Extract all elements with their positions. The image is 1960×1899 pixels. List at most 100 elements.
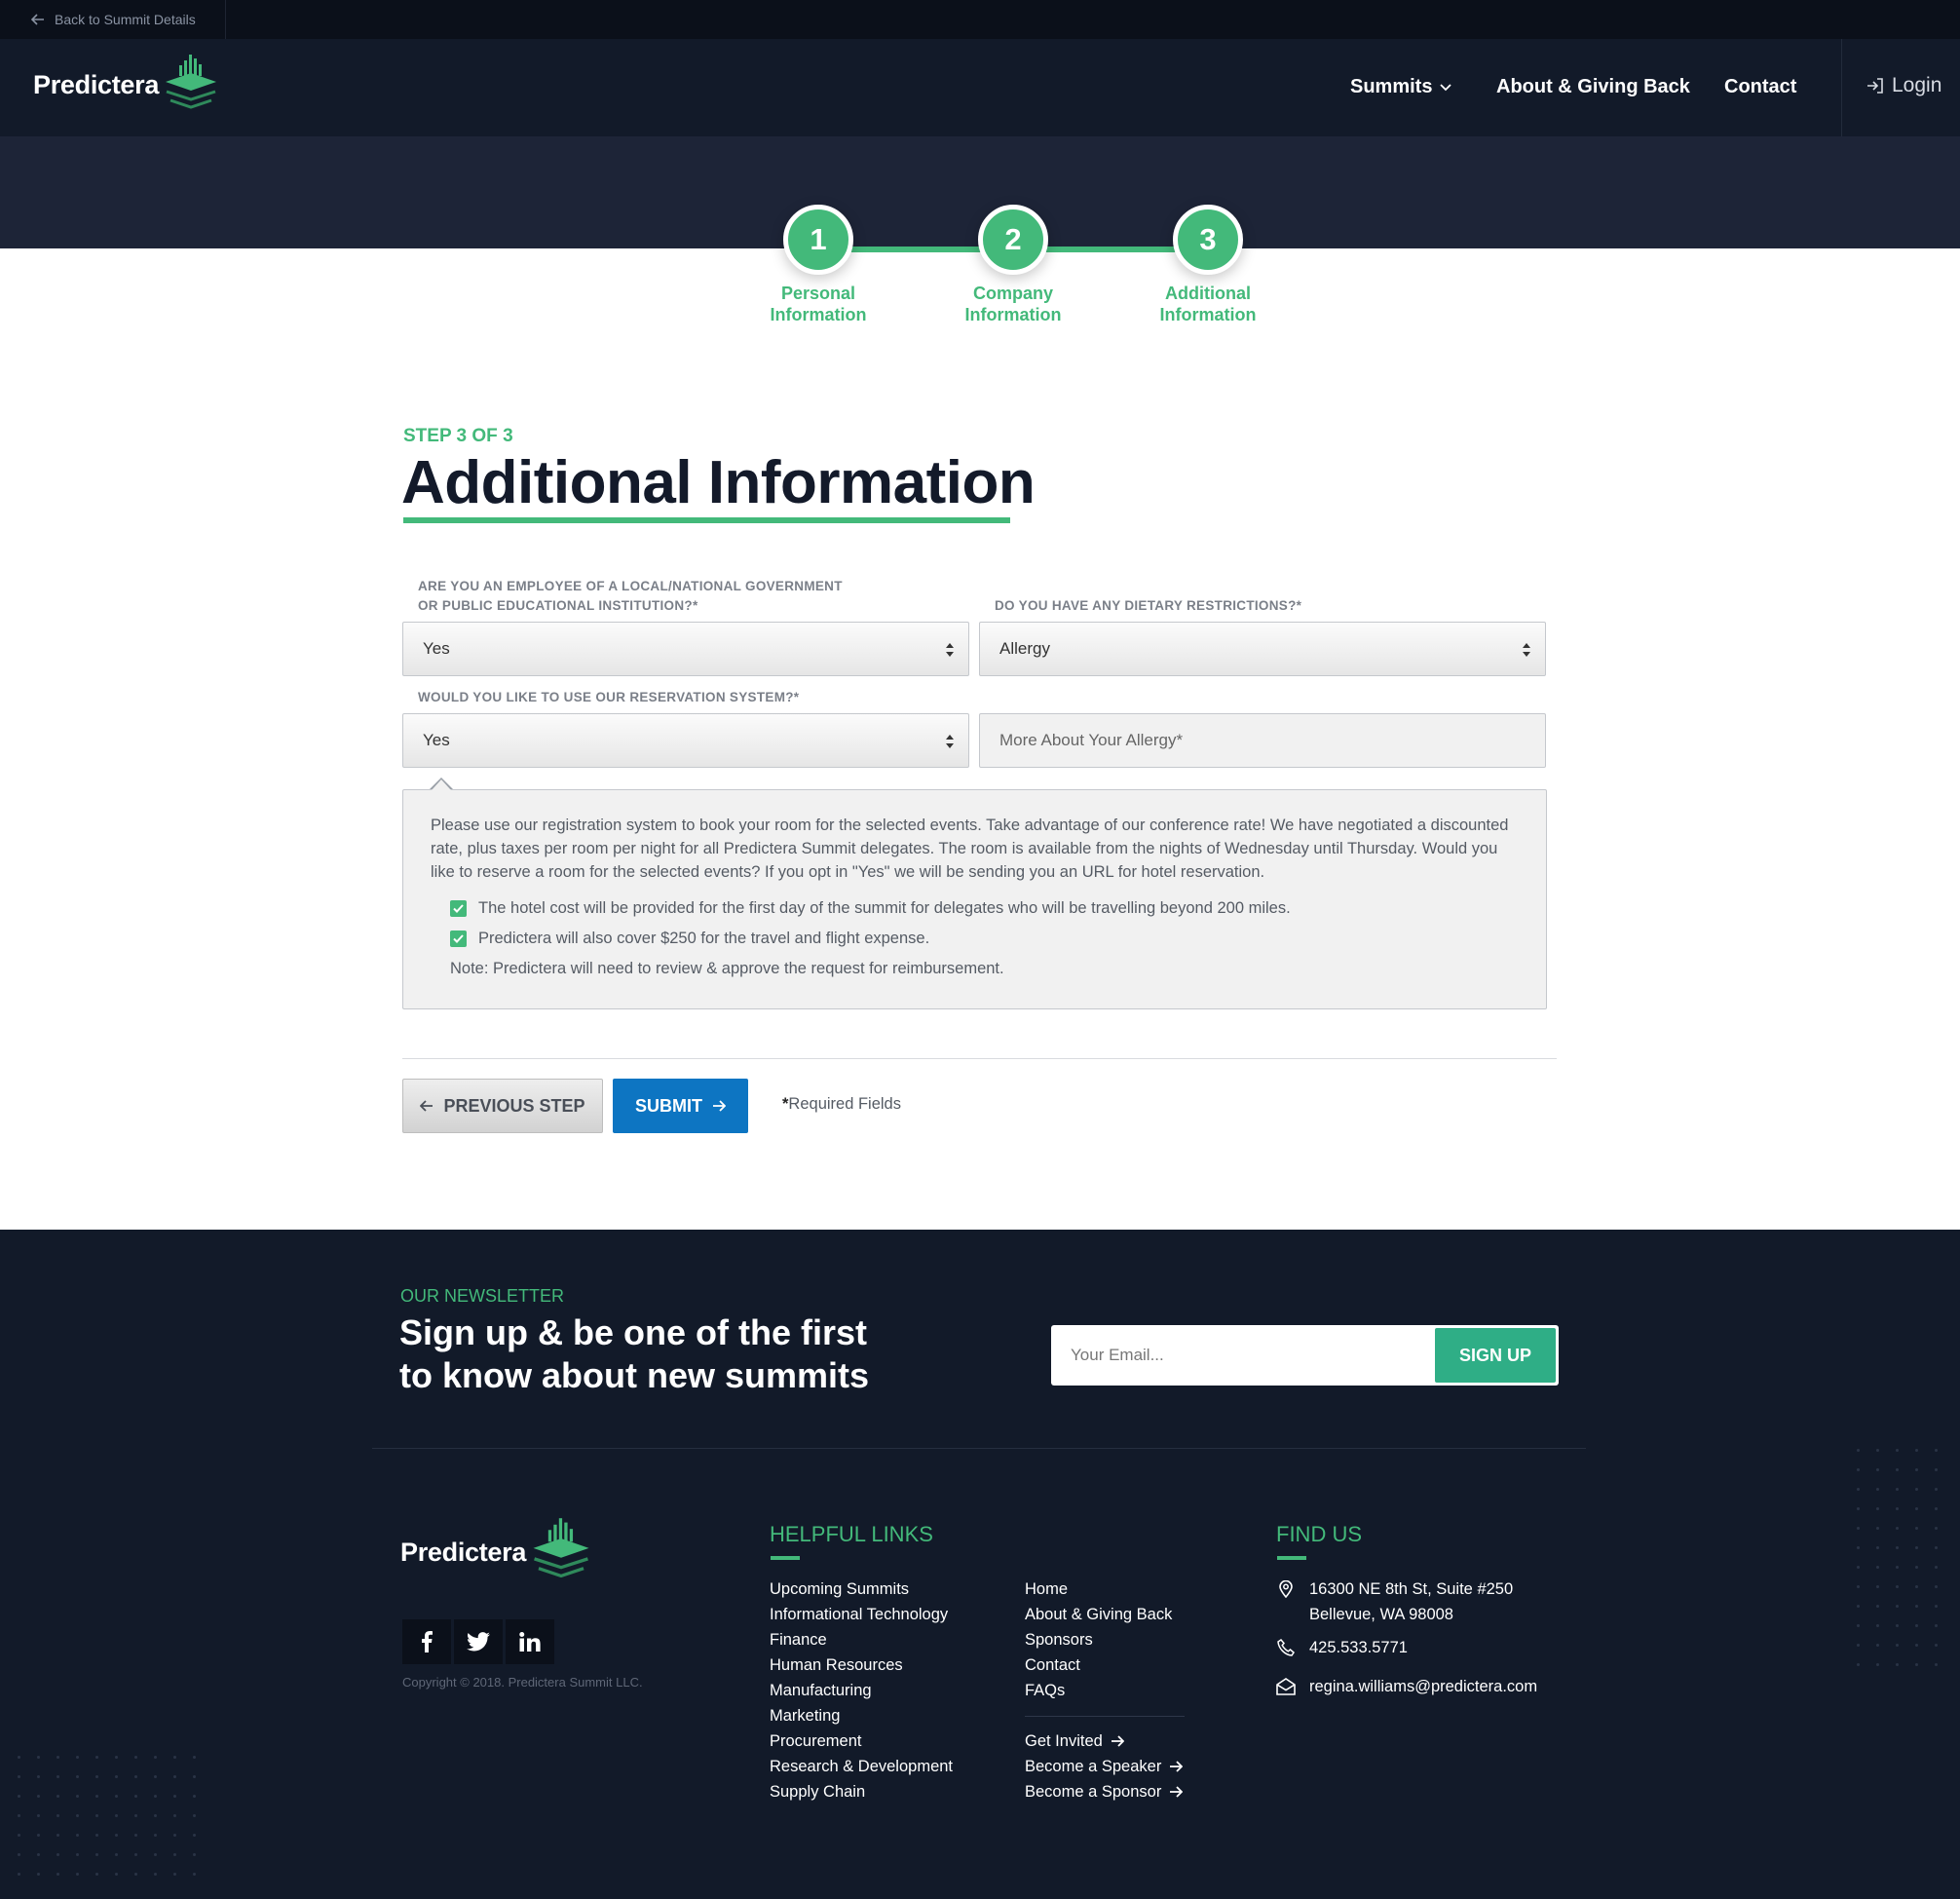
previous-step-button[interactable]: PREVIOUS STEP [402,1079,603,1133]
newsletter-email-input[interactable]: Your Email... [1071,1325,1164,1386]
nav-about-giving-back[interactable]: About & Giving Back [1496,76,1690,98]
submit-button[interactable]: SUBMIT [613,1079,748,1133]
decorative-dot [1935,1605,1938,1608]
decorative-dot [1876,1605,1879,1608]
decorative-dot [95,1834,98,1837]
decorative-dot [1935,1546,1938,1549]
decorative-dot [173,1756,176,1759]
decorative-dot [1915,1488,1918,1491]
become-speaker-link[interactable]: Become a Speaker [1025,1754,1184,1779]
reservation-system-select[interactable]: Yes [402,713,969,768]
get-invited-link[interactable]: Get Invited [1025,1728,1183,1754]
footer-link[interactable]: Supply Chain [770,1779,953,1804]
decorative-dot [193,1795,196,1798]
government-employee-select[interactable]: Yes [402,622,969,676]
footer-link[interactable]: About & Giving Back [1025,1602,1172,1627]
phone-row[interactable]: 425.533.5771 [1276,1635,1408,1660]
footer-link[interactable]: Procurement [770,1728,953,1754]
decorative-dot [18,1873,20,1876]
footer-link[interactable]: Human Resources [770,1652,953,1678]
nav-summits[interactable]: Summits [1350,76,1452,98]
footer-link[interactable]: Manufacturing [770,1678,953,1703]
decorative-dot [1915,1663,1918,1666]
decorative-dot [18,1795,20,1798]
decorative-dot [1896,1546,1899,1549]
decorative-dot [1935,1585,1938,1588]
header-logo[interactable]: Predictera [33,55,219,113]
decorative-dot [1896,1624,1899,1627]
linkedin-icon [519,1632,541,1652]
login-button[interactable]: Login [1866,74,1941,97]
decorative-dot [1876,1566,1879,1569]
decorative-dot [154,1814,157,1817]
label-line1: ARE YOU AN EMPLOYEE OF A LOCAL/NATIONAL … [418,579,843,593]
decorative-dot [1915,1449,1918,1452]
step-label-line1: Company [972,284,1053,303]
label-line2: OR PUBLIC EDUCATIONAL INSTITUTION?* [418,598,698,613]
find-us-underline [1277,1556,1306,1560]
decorative-dot [37,1756,40,1759]
footer-link[interactable]: Research & Development [770,1754,953,1779]
decorative-dot [1896,1468,1899,1471]
footer-link[interactable]: Contact [1025,1652,1172,1678]
facebook-icon [422,1631,433,1652]
footer-link[interactable]: Sponsors [1025,1627,1172,1652]
linkedin-button[interactable] [506,1619,554,1664]
decorative-dot [18,1853,20,1856]
dietary-restrictions-label: DO YOU HAVE ANY DIETARY RESTRICTIONS?* [995,598,1302,613]
sign-up-button[interactable]: SIGN UP [1435,1328,1556,1383]
newsletter-heading-line2: to know about new summits [399,1355,870,1395]
nav-summits-label: Summits [1350,76,1433,97]
nav-about-label: About & Giving Back [1496,76,1690,97]
form-divider [402,1058,1557,1059]
top-utility-bar: Back to Summit Details [0,0,1960,39]
footer-link[interactable]: Finance [770,1627,953,1652]
footer-link[interactable]: Informational Technology [770,1602,953,1627]
decorative-dot [1876,1546,1879,1549]
checkmark-icon [453,904,464,913]
logo-mark-icon [166,55,217,109]
decorative-dot [1915,1507,1918,1510]
decorative-dot [37,1814,40,1817]
footer-link[interactable]: Upcoming Summits [770,1576,953,1602]
page-title: Additional Information [401,449,1036,516]
decorative-dot [1876,1624,1879,1627]
topbar-divider [225,0,226,39]
step-additional-information[interactable]: 3 Additional Information [1111,205,1305,325]
address-text: 16300 NE 8th St, Suite #250 Bellevue, WA… [1309,1576,1513,1627]
decorative-dot [1935,1566,1938,1569]
select-arrows-icon [946,735,954,748]
envelope-icon [1276,1674,1296,1699]
decorative-dot [95,1873,98,1876]
become-sponsor-link[interactable]: Become a Sponsor [1025,1779,1184,1804]
footer-link[interactable]: FAQs [1025,1678,1172,1703]
login-label: Login [1892,74,1942,96]
decorative-dot [37,1853,40,1856]
facebook-button[interactable] [402,1619,451,1664]
step-personal-information[interactable]: 1 Personal Information [721,205,916,325]
footer-link[interactable]: Home [1025,1576,1172,1602]
decorative-dot [1876,1449,1879,1452]
step-company-information[interactable]: 2 Company Information [916,205,1111,325]
decorative-dot [76,1756,79,1759]
decorative-dot [1935,1488,1938,1491]
travel-expense-text: Predictera will also cover $250 for the … [478,930,930,947]
decorative-dot [1896,1566,1899,1569]
back-to-summit-link[interactable]: Back to Summit Details [31,0,196,39]
cta-label: Become a Sponsor [1025,1783,1162,1801]
decorative-dot [18,1834,20,1837]
arrow-right-icon [1111,1735,1124,1747]
footer-link[interactable]: Marketing [770,1703,953,1728]
nav-contact[interactable]: Contact [1724,76,1796,98]
cta-label: Become a Speaker [1025,1758,1162,1775]
step-label-line2: Information [964,305,1062,324]
decorative-dot [1935,1644,1938,1647]
email-row[interactable]: regina.williams@predictera.com [1276,1674,1537,1699]
logo-wordmark: Predictera [400,1537,527,1567]
decorative-dots-left [18,1756,203,1892]
allergy-details-input[interactable]: More About Your Allergy* [979,713,1546,768]
dietary-restrictions-select[interactable]: Allergy [979,622,1546,676]
twitter-button[interactable] [454,1619,503,1664]
footer-logo[interactable]: Predictera [400,1518,592,1582]
decorative-dot [57,1795,59,1798]
